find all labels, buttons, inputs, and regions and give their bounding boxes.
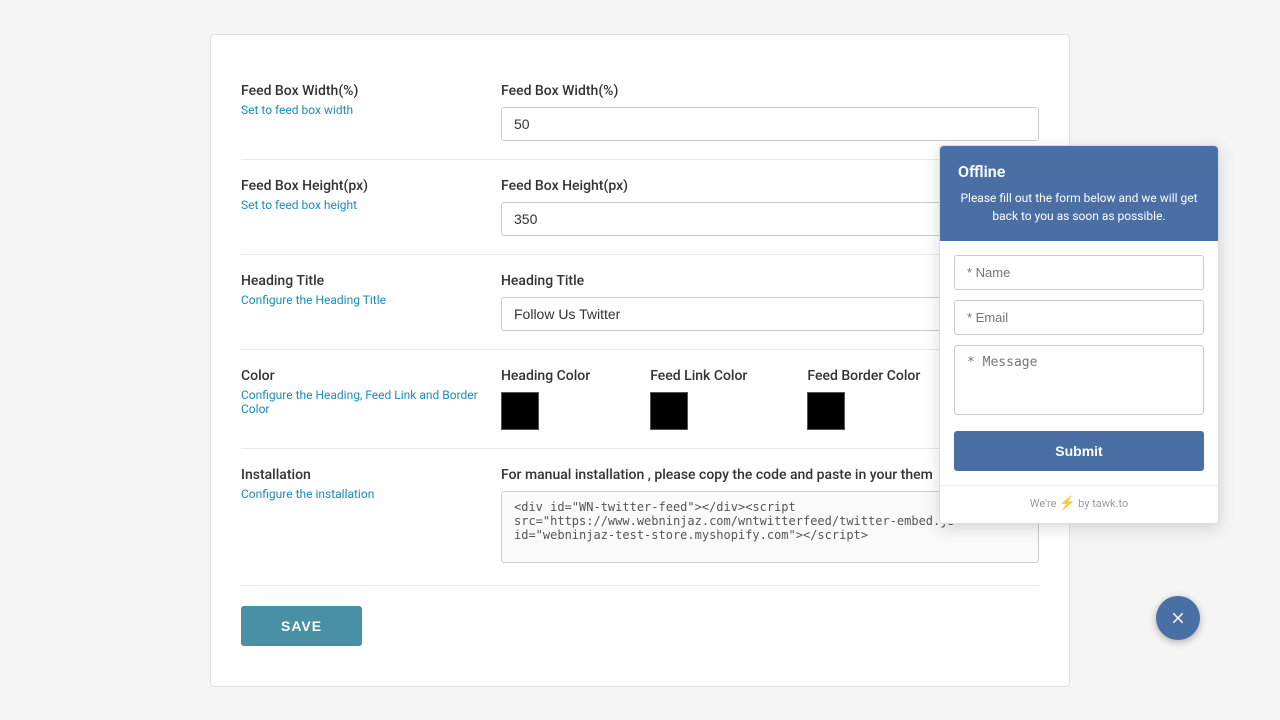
- settings-container: Feed Box Width(%) Set to feed box width …: [210, 34, 1070, 687]
- chat-widget: Offline Please fill out the form below a…: [939, 145, 1219, 524]
- chat-footer: We're ⚡ by tawk.to: [940, 485, 1218, 523]
- chat-email-input[interactable]: [954, 300, 1204, 335]
- chat-close-button[interactable]: [1156, 596, 1200, 640]
- installation-row: Installation Configure the installation …: [241, 449, 1039, 586]
- chat-body: Submit: [940, 241, 1218, 485]
- feed-border-color-group: Feed Border Color: [807, 368, 920, 430]
- color-hint: Configure the Heading, Feed Link and Bor…: [241, 388, 501, 416]
- chat-message-input[interactable]: [954, 345, 1204, 415]
- heading-title-row: Heading Title Configure the Heading Titl…: [241, 255, 1039, 350]
- installation-left: Installation Configure the installation: [241, 467, 501, 501]
- feed-box-height-hint: Set to feed box height: [241, 198, 501, 212]
- feed-box-width-right: Feed Box Width(%): [501, 83, 1039, 141]
- feed-box-width-input[interactable]: [501, 107, 1039, 141]
- chat-powered-by-text: We're: [1030, 497, 1057, 510]
- close-icon: [1169, 609, 1187, 627]
- feed-box-width-row: Feed Box Width(%) Set to feed box width …: [241, 65, 1039, 160]
- feed-link-color-group: Feed Link Color: [650, 368, 747, 430]
- heading-color-group: Heading Color: [501, 368, 590, 430]
- feed-link-color-swatch[interactable]: [650, 392, 688, 430]
- color-left: Color Configure the Heading, Feed Link a…: [241, 368, 501, 416]
- chat-status: Offline: [958, 162, 1200, 181]
- feed-box-width-hint: Set to feed box width: [241, 103, 501, 117]
- feed-border-color-label: Feed Border Color: [807, 368, 920, 384]
- feed-box-height-row: Feed Box Height(px) Set to feed box heig…: [241, 160, 1039, 255]
- chat-name-input[interactable]: [954, 255, 1204, 290]
- feed-border-color-swatch[interactable]: [807, 392, 845, 430]
- installation-left-label: Installation: [241, 467, 501, 483]
- color-row: Color Configure the Heading, Feed Link a…: [241, 350, 1039, 449]
- feed-link-color-label: Feed Link Color: [650, 368, 747, 384]
- feed-box-height-left-label: Feed Box Height(px): [241, 178, 501, 194]
- heading-title-hint: Configure the Heading Title: [241, 293, 501, 307]
- chat-brand-text: by tawk.to: [1078, 497, 1128, 510]
- installation-hint: Configure the installation: [241, 487, 501, 501]
- feed-box-height-left: Feed Box Height(px) Set to feed box heig…: [241, 178, 501, 212]
- heading-color-swatch[interactable]: [501, 392, 539, 430]
- heading-title-left-label: Heading Title: [241, 273, 501, 289]
- chat-header: Offline Please fill out the form below a…: [940, 146, 1218, 241]
- feed-box-width-left: Feed Box Width(%) Set to feed box width: [241, 83, 501, 117]
- feed-box-width-left-label: Feed Box Width(%): [241, 83, 501, 99]
- tawk-lightning-icon: ⚡: [1059, 496, 1075, 511]
- save-button[interactable]: SAVE: [241, 606, 362, 646]
- chat-offline-message: Please fill out the form below and we wi…: [958, 189, 1200, 225]
- feed-box-width-right-label: Feed Box Width(%): [501, 83, 1039, 99]
- heading-color-label: Heading Color: [501, 368, 590, 384]
- chat-submit-button[interactable]: Submit: [954, 431, 1204, 471]
- color-left-label: Color: [241, 368, 501, 384]
- heading-title-left: Heading Title Configure the Heading Titl…: [241, 273, 501, 307]
